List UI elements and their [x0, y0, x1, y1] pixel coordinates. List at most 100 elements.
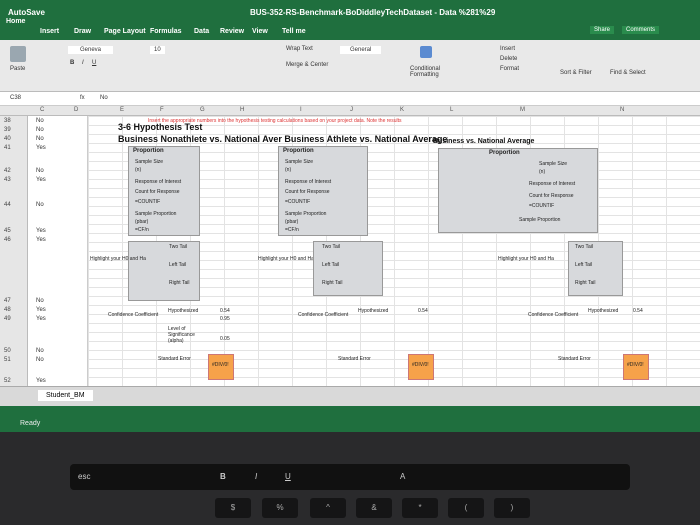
key-asterisk[interactable]: *: [402, 498, 438, 518]
sample-proportion-label: Sample Proportion: [519, 217, 561, 223]
italic-button[interactable]: I: [82, 60, 84, 66]
cell[interactable]: No: [36, 348, 44, 354]
escape-key[interactable]: esc: [78, 472, 90, 481]
row-number[interactable]: 50: [4, 348, 11, 354]
col-header[interactable]: E: [120, 107, 124, 113]
cell[interactable]: Yes: [36, 378, 46, 384]
number-format-select[interactable]: General: [340, 46, 382, 54]
conditional-formatting-icon[interactable]: [420, 46, 432, 58]
sample-size-label: Sample Size: [539, 161, 568, 167]
row-number[interactable]: 47: [4, 298, 11, 304]
hypothesized-value[interactable]: 0.54: [220, 308, 230, 314]
row-number[interactable]: 48: [4, 307, 11, 313]
col-header[interactable]: G: [200, 107, 205, 113]
key-ampersand[interactable]: &: [356, 498, 392, 518]
bold-button[interactable]: B: [70, 60, 74, 66]
worksheet-grid[interactable]: Insert the appropriate numbers into the …: [88, 116, 700, 386]
underline-button[interactable]: U: [92, 60, 96, 66]
sheet-tab-student[interactable]: Student_BM: [38, 390, 93, 401]
cell[interactable]: No: [36, 136, 44, 142]
touch-bar: esc B I U A: [70, 464, 630, 490]
tab-draw[interactable]: Draw: [74, 28, 91, 35]
row-number[interactable]: 51: [4, 357, 11, 363]
col-header[interactable]: J: [350, 107, 353, 113]
home-tab[interactable]: Home: [6, 18, 25, 25]
pbar-label: (pbar): [285, 219, 299, 225]
autosave-label[interactable]: AutoSave: [8, 8, 45, 17]
cell[interactable]: No: [36, 298, 44, 304]
hypothesized-value[interactable]: 0.54: [418, 308, 428, 314]
row-number[interactable]: 49: [4, 316, 11, 322]
cell[interactable]: Yes: [36, 228, 46, 234]
bold-touch-button[interactable]: B: [220, 472, 226, 481]
insert-cells-button[interactable]: Insert: [500, 46, 515, 52]
hypothesized-value[interactable]: 0.54: [633, 308, 643, 314]
cell[interactable]: Yes: [36, 177, 46, 183]
col-header[interactable]: F: [160, 107, 164, 113]
find-select-button[interactable]: Find & Select: [610, 70, 646, 76]
row-number[interactable]: 41: [4, 145, 11, 151]
col-header[interactable]: D: [74, 107, 78, 113]
cell[interactable]: No: [36, 127, 44, 133]
col-header[interactable]: H: [240, 107, 244, 113]
row-number[interactable]: 52: [4, 378, 11, 384]
alpha-value[interactable]: 0.05: [220, 336, 230, 342]
col-header[interactable]: N: [620, 107, 624, 113]
tab-view[interactable]: View: [252, 28, 268, 35]
formula-input[interactable]: No: [100, 95, 108, 101]
tail-test-block: Two Tail Left Tail Right Tail: [568, 241, 623, 296]
tab-page-layout[interactable]: Page Layout: [104, 28, 146, 35]
cell[interactable]: Yes: [36, 145, 46, 151]
key-paren-close[interactable]: ): [494, 498, 530, 518]
wrap-text-button[interactable]: Wrap Text: [286, 46, 313, 52]
font-name-select[interactable]: Geneva: [68, 46, 114, 54]
cell[interactable]: Yes: [36, 237, 46, 243]
sort-filter-button[interactable]: Sort & Filter: [560, 70, 592, 76]
row-number[interactable]: 45: [4, 228, 11, 234]
cell[interactable]: Yes: [36, 307, 46, 313]
merge-center-button[interactable]: Merge & Center: [286, 62, 328, 68]
cell[interactable]: No: [36, 168, 44, 174]
row-number[interactable]: 42: [4, 168, 11, 174]
row-number[interactable]: 38: [4, 118, 11, 124]
col-header[interactable]: I: [300, 107, 302, 113]
key-percent[interactable]: %: [262, 498, 298, 518]
key-symbol: &: [371, 503, 377, 512]
cell[interactable]: No: [36, 118, 44, 124]
row-number[interactable]: 44: [4, 202, 11, 208]
confidence-value[interactable]: 0.95: [220, 316, 230, 322]
share-button[interactable]: Share: [590, 26, 615, 34]
comments-button[interactable]: Comments: [622, 26, 660, 34]
tab-formulas[interactable]: Formulas: [150, 28, 182, 35]
col-header[interactable]: L: [450, 107, 453, 113]
name-box[interactable]: C38: [10, 95, 21, 101]
format-cells-button[interactable]: Format: [500, 66, 519, 72]
col-header[interactable]: C: [40, 107, 44, 113]
italic-touch-button[interactable]: I: [255, 472, 257, 481]
hypothesized-label: Hypothesized: [588, 308, 619, 314]
tell-me-search[interactable]: Tell me: [282, 28, 306, 35]
paste-icon[interactable]: [10, 46, 26, 62]
cell[interactable]: Yes: [36, 316, 46, 322]
col-header[interactable]: M: [520, 107, 525, 113]
row-number[interactable]: 40: [4, 136, 11, 142]
proportion-block: Proportion Sample Size (n) Response of I…: [438, 148, 598, 233]
right-tail-label: Right Tail: [322, 280, 343, 286]
row-number[interactable]: 46: [4, 237, 11, 243]
font-size-select[interactable]: 10: [150, 46, 165, 54]
formula-bar: C38 fx No: [0, 92, 700, 106]
tab-data[interactable]: Data: [194, 28, 209, 35]
row-number[interactable]: 39: [4, 127, 11, 133]
row-number[interactable]: 43: [4, 177, 11, 183]
underline-touch-button[interactable]: U: [285, 472, 291, 481]
cell[interactable]: No: [36, 357, 44, 363]
key-paren-open[interactable]: (: [448, 498, 484, 518]
font-color-touch-button[interactable]: A: [400, 472, 405, 481]
key-dollar[interactable]: $: [215, 498, 251, 518]
tab-insert[interactable]: Insert: [40, 28, 59, 35]
key-caret[interactable]: ^: [310, 498, 346, 518]
cell[interactable]: No: [36, 202, 44, 208]
delete-cells-button[interactable]: Delete: [500, 56, 517, 62]
col-header[interactable]: K: [400, 107, 404, 113]
tab-review[interactable]: Review: [220, 28, 244, 35]
